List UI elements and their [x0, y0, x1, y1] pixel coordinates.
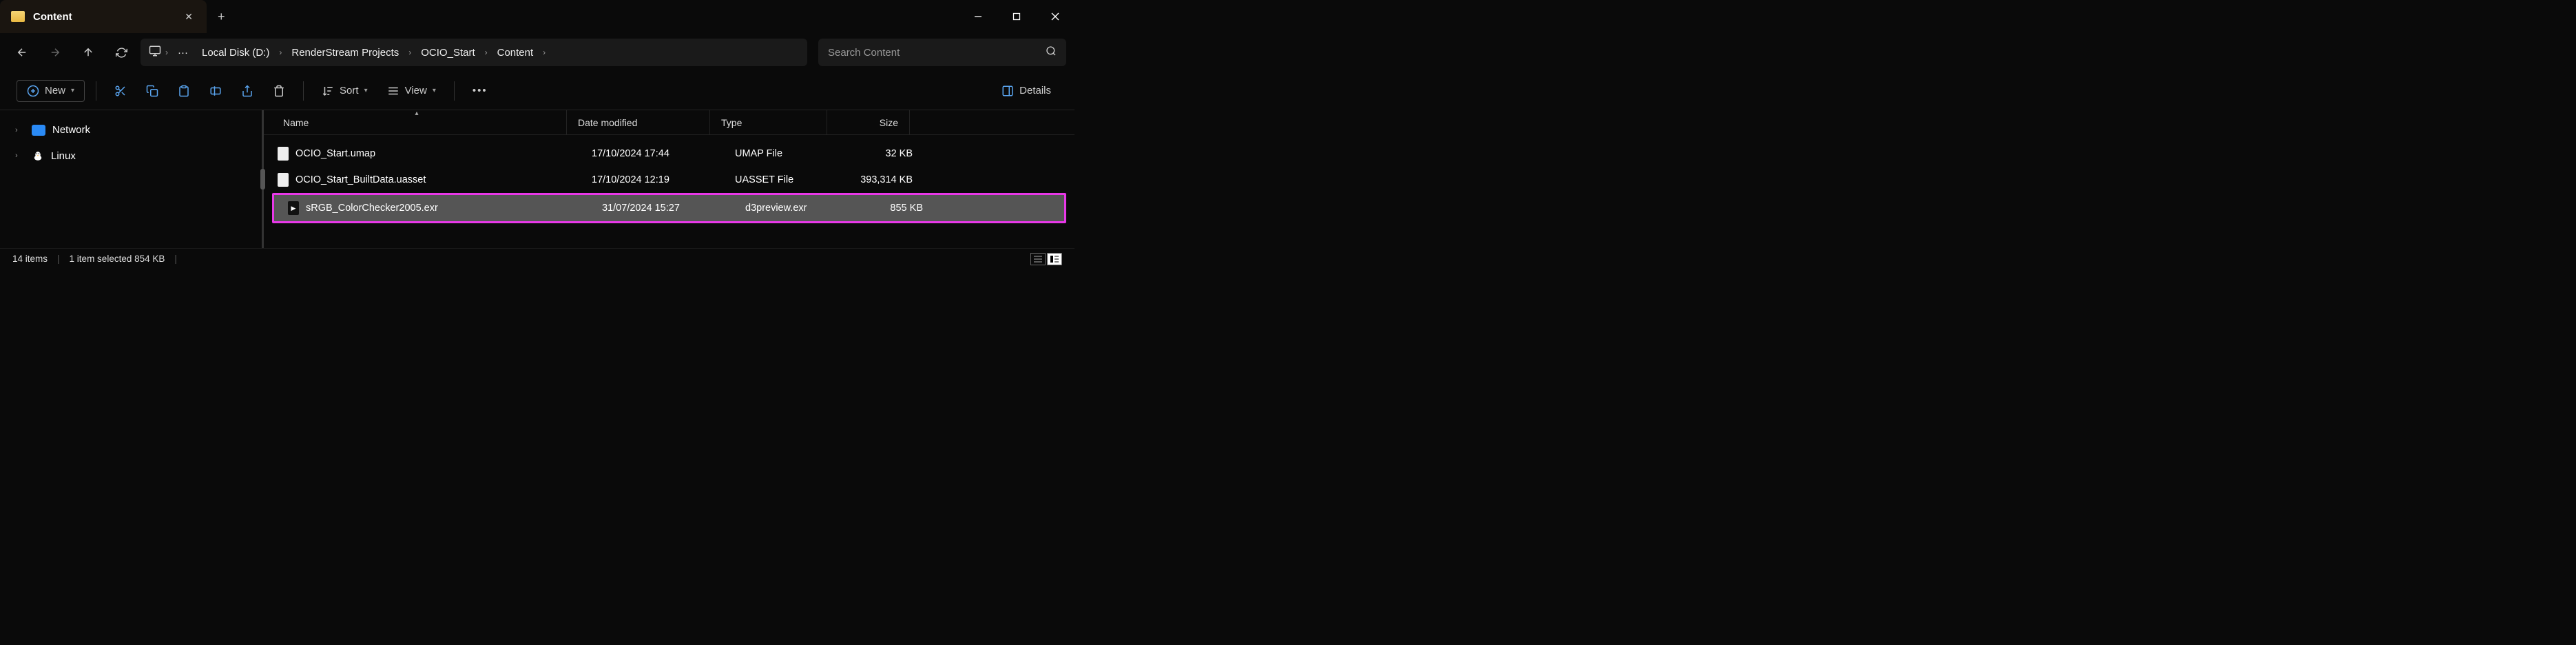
navigation-pane: › Network › Linux [0, 110, 262, 248]
share-button[interactable] [234, 79, 260, 103]
column-header-date[interactable]: Date modified [567, 110, 710, 134]
new-tab-button[interactable]: + [207, 10, 236, 24]
active-tab[interactable]: Content ✕ [0, 0, 207, 33]
file-type: UASSET File [724, 174, 841, 185]
copy-button[interactable] [139, 79, 165, 103]
toolbar: New ▾ Sort ▾ View ▾ ••• Details [0, 72, 1074, 110]
chevron-right-icon: › [15, 152, 25, 160]
network-icon [32, 125, 45, 136]
details-pane-button[interactable]: Details [995, 79, 1058, 103]
rename-button[interactable] [202, 79, 229, 103]
breadcrumb-item[interactable]: Local Disk (D:) [196, 44, 275, 61]
file-name: OCIO_Start.umap [295, 148, 375, 159]
close-window-button[interactable] [1036, 0, 1074, 33]
tab-title: Content [33, 11, 72, 23]
separator [454, 81, 455, 101]
file-row[interactable]: OCIO_Start.umap 17/10/2024 17:44 UMAP Fi… [264, 141, 1074, 167]
maximize-button[interactable] [997, 0, 1036, 33]
chevron-down-icon: ▾ [364, 87, 368, 94]
column-header-size[interactable]: Size [827, 110, 910, 134]
search-box[interactable] [818, 39, 1066, 66]
breadcrumb-overflow[interactable]: ··· [172, 44, 194, 61]
folder-icon [11, 11, 25, 22]
breadcrumb-item[interactable]: Content [492, 44, 539, 61]
status-bar: 14 items | 1 item selected 854 KB | [0, 248, 1074, 269]
file-size: 32 KB [841, 148, 924, 159]
search-icon[interactable] [1046, 45, 1057, 60]
view-label: View [405, 85, 427, 96]
view-button[interactable]: View ▾ [380, 79, 443, 103]
file-row[interactable]: ▶ sRGB_ColorChecker2005.exr 31/07/2024 15… [274, 195, 1064, 221]
chevron-right-icon[interactable]: › [484, 48, 489, 57]
breadcrumb-bar[interactable]: › ··· Local Disk (D:) › RenderStream Pro… [141, 39, 807, 66]
titlebar: Content ✕ + [0, 0, 1074, 33]
sidebar-item-label: Linux [51, 150, 76, 162]
file-name: OCIO_Start_BuiltData.uasset [295, 174, 426, 185]
chevron-right-icon[interactable]: › [407, 48, 413, 57]
close-tab-button[interactable]: ✕ [182, 8, 196, 25]
view-mode-toggles [1030, 253, 1062, 265]
more-button[interactable]: ••• [466, 79, 495, 102]
paste-button[interactable] [171, 79, 197, 103]
sidebar-item-linux[interactable]: › Linux [6, 143, 256, 169]
chevron-down-icon: ▾ [71, 87, 74, 94]
this-pc-icon[interactable] [149, 45, 161, 61]
file-size: 393,314 KB [841, 174, 924, 185]
details-label: Details [1019, 85, 1051, 96]
file-icon [278, 173, 289, 187]
new-button[interactable]: New ▾ [17, 80, 85, 102]
file-size: 855 KB [851, 203, 934, 214]
file-date: 17/10/2024 17:44 [581, 148, 724, 159]
search-input[interactable] [828, 47, 1046, 59]
column-header-type[interactable]: Type [710, 110, 827, 134]
file-date: 17/10/2024 12:19 [581, 174, 724, 185]
chevron-right-icon[interactable]: › [164, 48, 169, 57]
chevron-right-icon: › [15, 126, 25, 134]
file-icon: ▶ [288, 201, 299, 215]
file-rows: OCIO_Start.umap 17/10/2024 17:44 UMAP Fi… [264, 135, 1074, 223]
linux-icon [32, 150, 44, 162]
chevron-right-icon[interactable]: › [541, 48, 547, 57]
back-button[interactable] [8, 39, 36, 66]
breadcrumb-item[interactable]: OCIO_Start [415, 44, 480, 61]
column-header-name[interactable]: Name ▴ [264, 110, 567, 134]
sort-ascending-icon: ▴ [415, 110, 419, 117]
minimize-button[interactable] [959, 0, 997, 33]
file-type: d3preview.exr [734, 203, 851, 214]
up-button[interactable] [74, 39, 102, 66]
chevron-down-icon: ▾ [433, 87, 436, 94]
column-headers: Name ▴ Date modified Type Size [264, 110, 1074, 135]
forward-button[interactable] [41, 39, 69, 66]
sidebar-item-network[interactable]: › Network [6, 117, 256, 143]
details-view-toggle[interactable] [1047, 253, 1062, 265]
new-button-label: New [45, 85, 65, 96]
list-view-toggle[interactable] [1030, 253, 1046, 265]
status-selection: 1 item selected 854 KB [70, 254, 165, 264]
chevron-right-icon[interactable]: › [278, 48, 283, 57]
content-area: › Network › Linux Name ▴ Date modified T… [0, 110, 1074, 248]
sidebar-item-label: Network [52, 124, 90, 136]
navbar: › ··· Local Disk (D:) › RenderStream Pro… [0, 33, 1074, 72]
breadcrumb-item[interactable]: RenderStream Projects [286, 44, 404, 61]
file-name: sRGB_ColorChecker2005.exr [306, 203, 438, 214]
file-date: 31/07/2024 15:27 [591, 203, 734, 214]
delete-button[interactable] [266, 79, 292, 103]
separator: | [174, 254, 177, 264]
separator [303, 81, 304, 101]
file-type: UMAP File [724, 148, 841, 159]
window-controls [959, 0, 1074, 33]
file-row[interactable]: OCIO_Start_BuiltData.uasset 17/10/2024 1… [264, 167, 1074, 193]
file-list-pane: Name ▴ Date modified Type Size OCIO_Star… [264, 110, 1074, 248]
sort-button[interactable]: Sort ▾ [315, 79, 375, 103]
file-icon [278, 147, 289, 161]
cut-button[interactable] [107, 79, 134, 103]
status-item-count: 14 items [12, 254, 48, 264]
sort-label: Sort [340, 85, 359, 96]
separator: | [57, 254, 60, 264]
refresh-button[interactable] [107, 39, 135, 66]
